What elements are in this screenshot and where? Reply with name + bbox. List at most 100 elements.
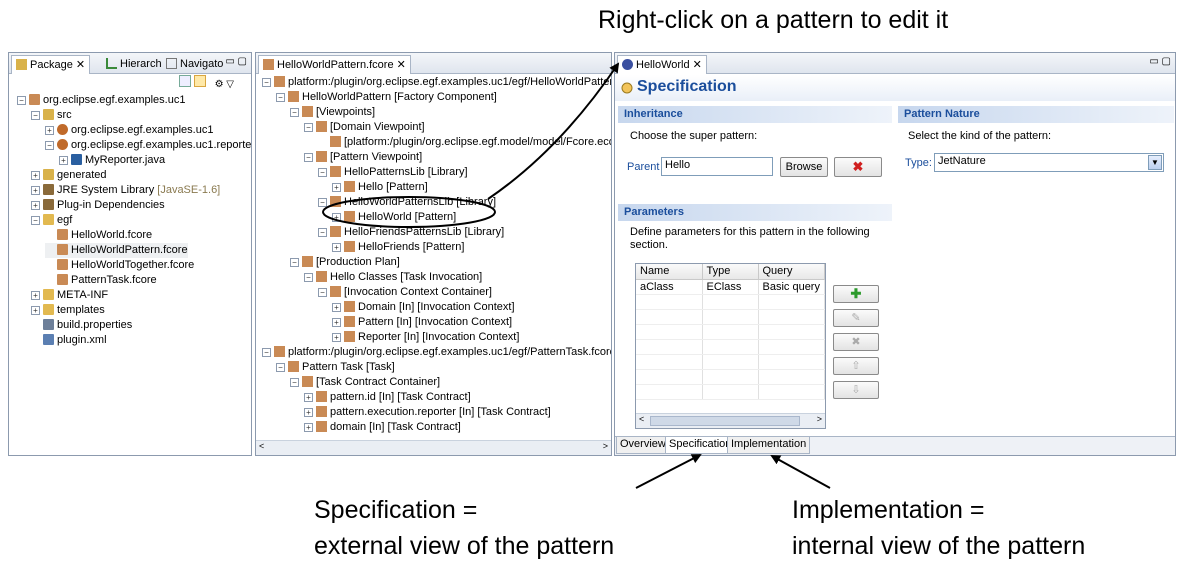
expand-icon[interactable]: + <box>31 201 40 210</box>
tab-package[interactable]: Package ✕ <box>11 55 91 74</box>
scroll-right-icon[interactable]: > <box>817 414 822 424</box>
browse-button[interactable]: Browse <box>780 157 828 177</box>
expand-icon[interactable]: + <box>304 393 313 402</box>
fcore-tree-item[interactable]: − [Task Contract Container] <box>290 375 440 390</box>
collapse-icon[interactable]: − <box>304 273 313 282</box>
expand-icon[interactable]: + <box>59 156 68 165</box>
fcore-tree-item[interactable]: − [Invocation Context Container] <box>318 285 492 300</box>
scroll-right-icon[interactable]: > <box>603 441 608 451</box>
chevron-down-icon[interactable]: ▼ <box>1148 155 1162 170</box>
remove-parent-button[interactable]: ✖ <box>834 157 882 177</box>
fcore-tree-item[interactable]: + HelloFriends [Pattern] <box>332 240 464 255</box>
fcore-tree-item[interactable]: − [Production Plan] <box>290 255 400 270</box>
fcore-tree-item[interactable]: − HelloWorldPatternsLib [Library] <box>318 195 496 210</box>
expand-icon[interactable]: + <box>31 171 40 180</box>
scroll-left-icon[interactable]: < <box>259 441 264 451</box>
collapse-icon[interactable]: − <box>304 123 313 132</box>
tab-navigator[interactable]: Navigato <box>161 55 228 74</box>
collapse-icon[interactable]: − <box>318 228 327 237</box>
fcore-tree-item[interactable]: + pattern.id [In] [Task Contract] <box>304 390 471 405</box>
tree-item[interactable]: + Plug-in Dependencies <box>31 198 165 213</box>
expand-icon[interactable]: + <box>304 408 313 417</box>
fcore-tree-item[interactable]: + Reporter [In] [Invocation Context] <box>332 330 519 345</box>
expand-icon[interactable]: + <box>332 303 341 312</box>
tab-hierarchy[interactable]: Hierarch <box>101 55 167 74</box>
collapse-icon[interactable]: − <box>304 153 313 162</box>
tab-overview[interactable]: Overview <box>616 437 670 454</box>
tree-item[interactable]: + templates <box>31 303 105 318</box>
collapse-icon[interactable]: − <box>31 216 40 225</box>
column-type[interactable]: Type <box>702 264 759 280</box>
expand-icon[interactable]: + <box>332 243 341 252</box>
fcore-tree-item[interactable]: − [Pattern Viewpoint] <box>304 150 422 165</box>
tab-helloworldpattern-fcore[interactable]: HelloWorldPattern.fcore ✕ <box>258 55 411 74</box>
tree-item[interactable]: + generated <box>31 168 107 183</box>
collapse-icon[interactable]: − <box>276 363 285 372</box>
expand-icon[interactable]: + <box>45 126 54 135</box>
collapse-icon[interactable]: − <box>262 78 271 87</box>
fcore-tree-item[interactable]: + Domain [In] [Invocation Context] <box>332 300 515 315</box>
tree-item[interactable]: − org.eclipse.egf.examples.uc1 <box>17 93 185 108</box>
tree-item[interactable]: − org.eclipse.egf.examples.uc1.reporter <box>45 138 251 153</box>
fcore-tree-item[interactable]: − platform:/plugin/org.eclipse.egf.exampl… <box>262 345 611 360</box>
collapse-icon[interactable]: − <box>45 141 54 150</box>
expand-icon[interactable]: + <box>31 186 40 195</box>
collapse-icon[interactable]: − <box>318 198 327 207</box>
tree-item[interactable]: HelloWorldTogether.fcore <box>45 258 194 273</box>
expand-icon[interactable]: + <box>31 291 40 300</box>
collapse-icon[interactable]: − <box>276 93 285 102</box>
scroll-thumb[interactable] <box>650 416 800 426</box>
move-down-button[interactable]: ⇩ <box>833 381 879 399</box>
expand-icon[interactable]: + <box>332 333 341 342</box>
move-up-button[interactable]: ⇧ <box>833 357 879 375</box>
fcore-tree-item[interactable]: − Pattern Task [Task] <box>276 360 395 375</box>
view-menu-icon[interactable]: ⚙ ▽ <box>215 79 234 90</box>
table-row[interactable]: aClass EClass Basic query <box>636 279 825 295</box>
horizontal-scrollbar[interactable]: < > <box>256 440 611 455</box>
fcore-tree-item[interactable]: + Pattern [In] [Invocation Context] <box>332 315 512 330</box>
fcore-tree-item[interactable]: − HelloFriendsPatternsLib [Library] <box>318 225 504 240</box>
edit-parameter-button[interactable]: ✎ <box>833 309 879 327</box>
add-parameter-button[interactable]: ✚ <box>833 285 879 303</box>
tab-implementation[interactable]: Implementation <box>727 437 811 454</box>
tab-specification[interactable]: Specification <box>665 437 736 454</box>
tree-item[interactable]: + MyReporter.java <box>59 153 165 168</box>
fcore-tree-item[interactable]: + HelloWorld [Pattern] <box>332 210 456 225</box>
minimize-maximize-icons[interactable]: ▭ ▢ <box>225 56 247 67</box>
collapse-all-icon[interactable] <box>179 75 191 87</box>
expand-icon[interactable]: + <box>332 183 341 192</box>
close-icon[interactable]: ✕ <box>76 59 85 71</box>
tree-item[interactable]: + META-INF <box>31 288 108 303</box>
fcore-tree-item[interactable]: + domain [In] [Task Contract] <box>304 420 461 435</box>
fcore-tree-item[interactable]: − platform:/plugin/org.eclipse.egf.exampl… <box>262 75 611 90</box>
fcore-tree-item[interactable]: + pattern.execution.reporter [In] [Task C… <box>304 405 551 420</box>
tree-item[interactable]: − src <box>31 108 72 123</box>
fcore-tree-item[interactable]: − HelloWorldPattern [Factory Component] <box>276 90 497 105</box>
fcore-tree-item[interactable]: − Hello Classes [Task Invocation] <box>304 270 482 285</box>
fcore-tree-item[interactable]: − [Viewpoints] <box>290 105 375 120</box>
scroll-left-icon[interactable]: < <box>639 414 644 424</box>
minimize-maximize-icons[interactable]: ▭ ▢ <box>1149 56 1171 67</box>
collapse-icon[interactable]: − <box>31 111 40 120</box>
collapse-icon[interactable]: − <box>262 348 271 357</box>
tree-item[interactable]: build.properties <box>31 318 132 333</box>
close-icon[interactable]: ✕ <box>397 59 406 71</box>
expand-icon[interactable]: + <box>31 306 40 315</box>
fcore-tree-item[interactable]: − HelloPatternsLib [Library] <box>318 165 468 180</box>
tree-item[interactable]: HelloWorld.fcore <box>45 228 152 243</box>
collapse-icon[interactable]: − <box>290 378 299 387</box>
expand-icon[interactable]: + <box>304 423 313 432</box>
collapse-icon[interactable]: − <box>290 258 299 267</box>
type-select[interactable]: JetNature ▼ <box>934 153 1164 172</box>
link-editor-icon[interactable] <box>193 75 206 87</box>
remove-parameter-button[interactable]: ✖ <box>833 333 879 351</box>
tree-item[interactable]: PatternTask.fcore <box>45 273 157 288</box>
fcore-tree-item[interactable]: [platform:/plugin/org.eclipse.egf.model/… <box>318 135 611 150</box>
collapse-icon[interactable]: − <box>290 108 299 117</box>
expand-icon[interactable]: + <box>332 213 341 222</box>
expand-icon[interactable]: + <box>332 318 341 327</box>
parent-field[interactable]: Hello <box>661 157 773 176</box>
tree-item[interactable]: + org.eclipse.egf.examples.uc1 <box>45 123 213 138</box>
collapse-icon[interactable]: − <box>318 288 327 297</box>
column-name[interactable]: Name <box>636 264 703 280</box>
